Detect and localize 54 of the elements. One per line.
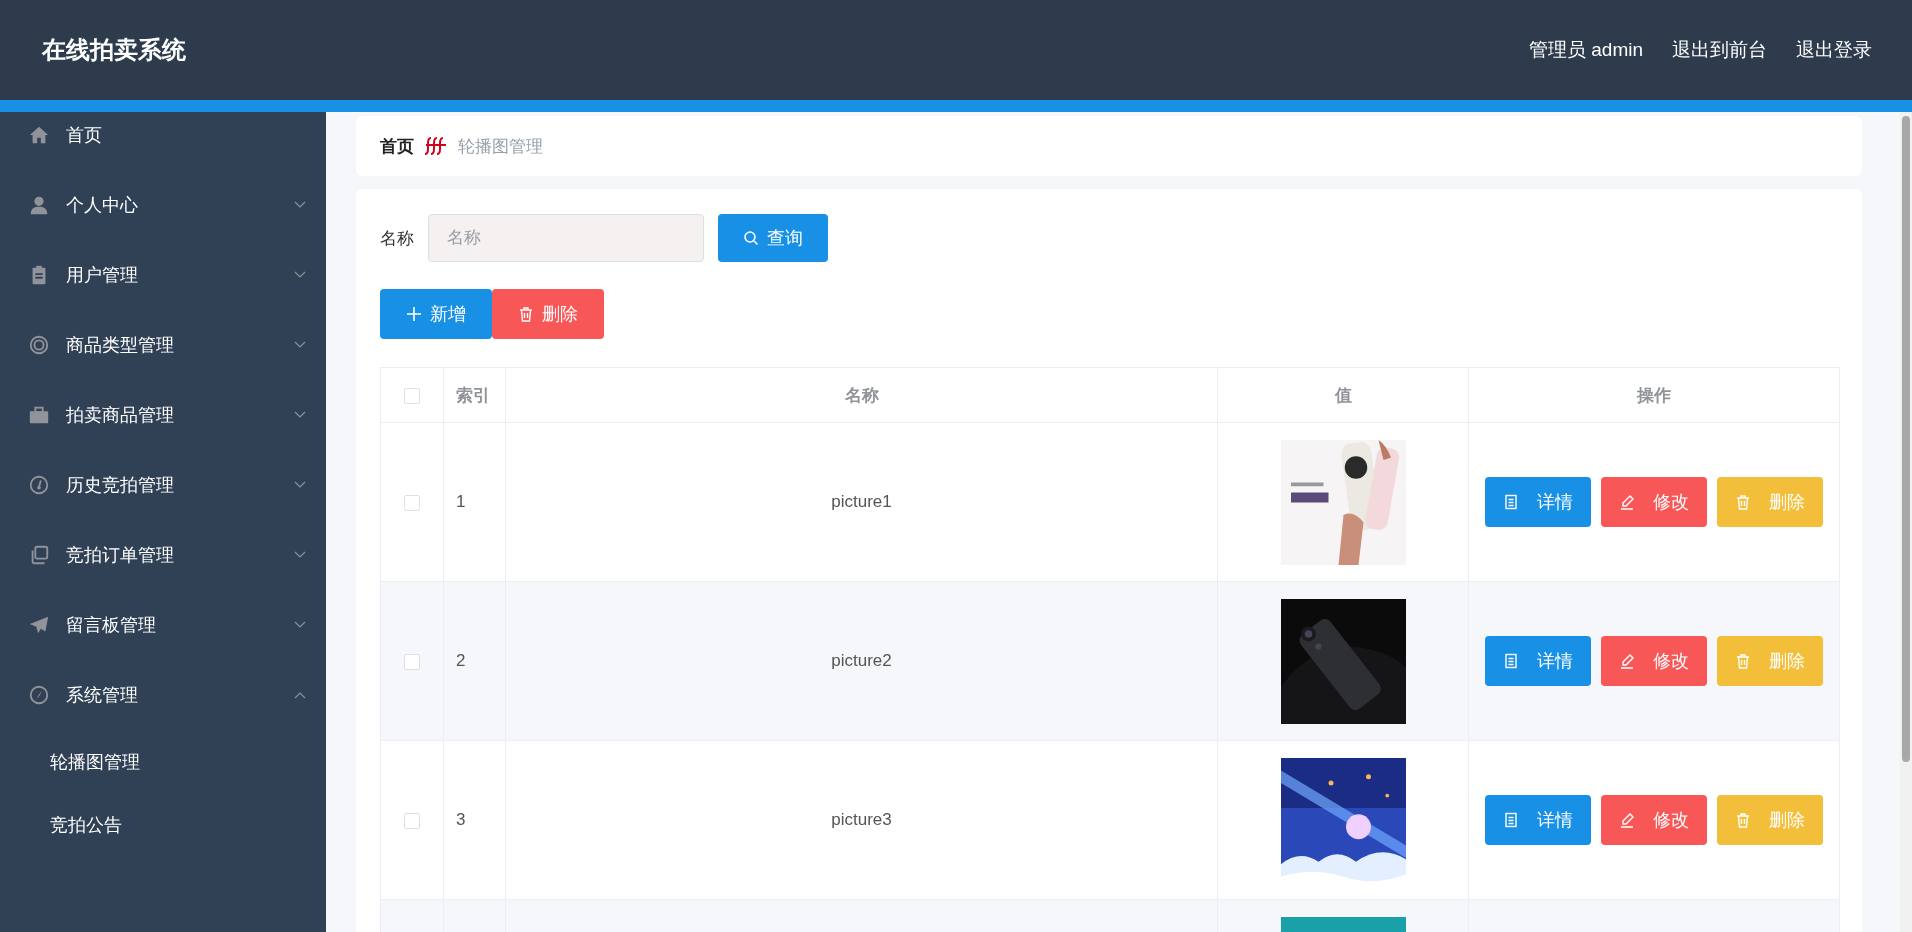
column-header: 操作 bbox=[1468, 367, 1840, 423]
header-link[interactable]: 退出登录 bbox=[1796, 37, 1872, 63]
table-cell: picture3 bbox=[505, 740, 1218, 900]
header-link[interactable]: 退出到前台 bbox=[1672, 37, 1767, 63]
table-cell: 3 bbox=[443, 740, 506, 900]
document-icon bbox=[1503, 653, 1519, 669]
sidebar-subitem[interactable]: 轮播图管理 bbox=[0, 730, 326, 793]
column-header: 名称 bbox=[505, 367, 1218, 423]
sidebar-item[interactable]: 系统管理 bbox=[0, 660, 326, 730]
checkbox[interactable] bbox=[404, 653, 420, 670]
pencil-icon bbox=[1619, 812, 1635, 828]
scrollbar[interactable] bbox=[1900, 112, 1912, 932]
sidebar-item[interactable]: 首页 bbox=[0, 112, 326, 170]
table-cell: picture1 bbox=[505, 422, 1218, 582]
checkbox[interactable] bbox=[404, 812, 420, 829]
breadcrumb-current: 轮播图管理 bbox=[458, 135, 543, 158]
table-cell: 2 bbox=[443, 581, 506, 741]
sidebar-item[interactable]: 商品类型管理 bbox=[0, 310, 326, 380]
document-icon bbox=[1503, 812, 1519, 828]
app-title: 在线拍卖系统 bbox=[42, 35, 186, 65]
sidebar-item[interactable]: 留言板管理 bbox=[0, 590, 326, 660]
ring-icon bbox=[28, 334, 50, 356]
sidebar-item[interactable]: 拍卖商品管理 bbox=[0, 380, 326, 450]
trash-icon bbox=[1735, 812, 1751, 828]
user-icon bbox=[28, 194, 50, 216]
pencil-icon bbox=[1619, 653, 1635, 669]
pencil-icon bbox=[1619, 494, 1635, 510]
sidebar-item[interactable]: 历史竞拍管理 bbox=[0, 450, 326, 520]
checkbox[interactable] bbox=[404, 494, 420, 511]
column-header: 值 bbox=[1217, 367, 1469, 423]
separator-icon bbox=[424, 136, 448, 156]
field-label: 名称 bbox=[380, 227, 414, 250]
house-icon bbox=[28, 124, 50, 146]
compass-icon bbox=[28, 684, 50, 706]
checkbox[interactable] bbox=[404, 387, 420, 404]
table-cell: 1 bbox=[443, 422, 506, 582]
sidebar-item[interactable]: 竞拍订单管理 bbox=[0, 520, 326, 590]
table-cell: picture2 bbox=[505, 581, 1218, 741]
briefcase-icon bbox=[28, 404, 50, 426]
paper-plane-icon bbox=[28, 614, 50, 636]
header-link[interactable]: 管理员 admin bbox=[1528, 37, 1643, 63]
plus-icon bbox=[406, 306, 422, 322]
trash-icon bbox=[1735, 494, 1751, 510]
trash-icon bbox=[1735, 653, 1751, 669]
trash-icon bbox=[518, 306, 534, 322]
breadcrumb-link[interactable]: 首页 bbox=[380, 134, 414, 158]
sidebar-subitem[interactable]: 竞拍公告 bbox=[0, 793, 326, 856]
sidebar-item[interactable]: 个人中心 bbox=[0, 170, 326, 240]
gauge-icon bbox=[28, 474, 50, 496]
search-field[interactable]: 名称 bbox=[428, 214, 704, 262]
sidebar-item[interactable]: 用户管理 bbox=[0, 240, 326, 310]
document-icon bbox=[1503, 494, 1519, 510]
column-header: 索引 bbox=[443, 367, 506, 423]
search-icon bbox=[743, 230, 759, 246]
